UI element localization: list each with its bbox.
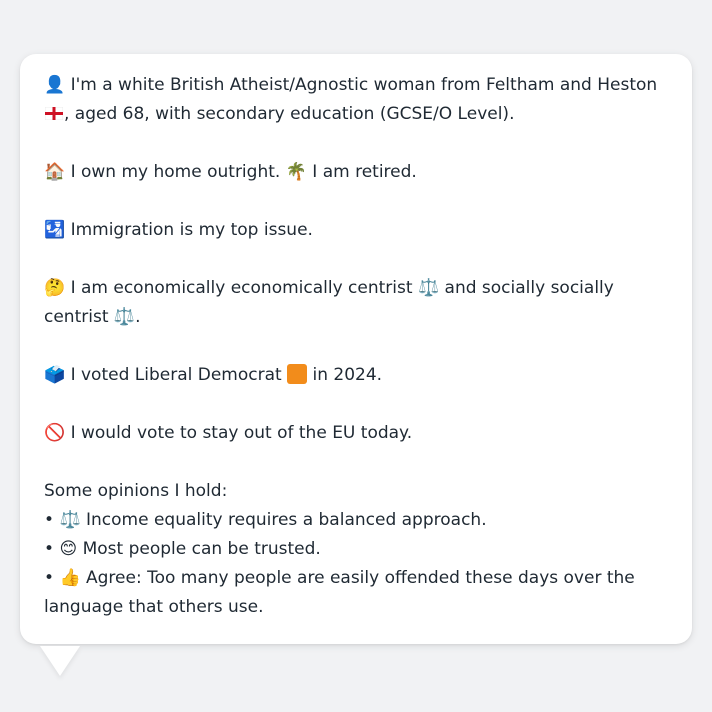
england-flag-icon xyxy=(45,107,63,120)
orange-square-icon xyxy=(287,364,308,384)
housing-line: 🏠 I own my home outright. 🌴 I am retired… xyxy=(44,158,668,187)
prohibited-icon: 🚫 xyxy=(44,423,66,443)
palm-tree-icon: 🌴 xyxy=(285,162,307,182)
smiling-face-icon: 😊 xyxy=(59,539,78,559)
list-item: • 😊 Most people can be trusted. xyxy=(44,535,668,564)
balance-scale-icon: ⚖️ xyxy=(113,307,136,327)
bullet: • xyxy=(44,510,55,530)
profile-message-bubble: 👤 I'm a white British Atheist/Agnostic w… xyxy=(20,54,692,644)
vote-text: I voted Liberal Democrat xyxy=(65,365,288,385)
opinion-text: Income equality requires a balanced appr… xyxy=(80,510,487,530)
list-item: • 👍 Agree: Too many people are easily of… xyxy=(44,564,668,622)
issue-line: 🛂 Immigration is my top issue. xyxy=(44,216,668,245)
thinking-face-icon: 🤔 xyxy=(44,278,66,298)
house-icon: 🏠 xyxy=(44,162,66,182)
bubble-tail xyxy=(40,646,80,676)
intro-line: 👤 I'm a white British Atheist/Agnostic w… xyxy=(44,71,668,129)
bullet: • xyxy=(44,539,55,559)
balance-scale-icon: ⚖️ xyxy=(417,278,440,298)
intro-text-end: , aged 68, with secondary education (GCS… xyxy=(64,104,515,124)
list-item: • ⚖️ Income equality requires a balanced… xyxy=(44,506,668,535)
opinion-text: Most people can be trusted. xyxy=(77,539,321,559)
eu-text: I would vote to stay out of the EU today… xyxy=(65,423,413,443)
ideology-end: . xyxy=(135,307,141,327)
ballot-box-icon: 🗳️ xyxy=(44,365,66,385)
vote-year-text: in 2024. xyxy=(307,365,383,385)
thumbs-up-icon: 👍 xyxy=(59,568,81,588)
intro-text-start: I'm a white British Atheist/Agnostic wom… xyxy=(65,75,658,95)
issue-text: Immigration is my top issue. xyxy=(65,220,313,240)
economic-text: I am economically economically centrist xyxy=(65,278,418,298)
opinions-list: • ⚖️ Income equality requires a balanced… xyxy=(44,506,668,622)
balance-scale-icon: ⚖️ xyxy=(59,510,81,530)
eu-line: 🚫 I would vote to stay out of the EU tod… xyxy=(44,419,668,448)
opinions-section: Some opinions I hold: • ⚖️ Income equali… xyxy=(44,477,668,622)
vote-line: 🗳️ I voted Liberal Democrat in 2024. xyxy=(44,361,668,390)
retired-text: I am retired. xyxy=(306,162,417,182)
opinions-heading: Some opinions I hold: xyxy=(44,481,228,501)
person-icon: 👤 xyxy=(44,75,66,95)
opinion-text: Agree: Too many people are easily offend… xyxy=(44,568,635,617)
ideology-line: 🤔 I am economically economically centris… xyxy=(44,274,668,332)
passport-control-icon: 🛂 xyxy=(44,220,66,240)
bullet: • xyxy=(44,568,55,588)
housing-text: I own my home outright. xyxy=(65,162,286,182)
